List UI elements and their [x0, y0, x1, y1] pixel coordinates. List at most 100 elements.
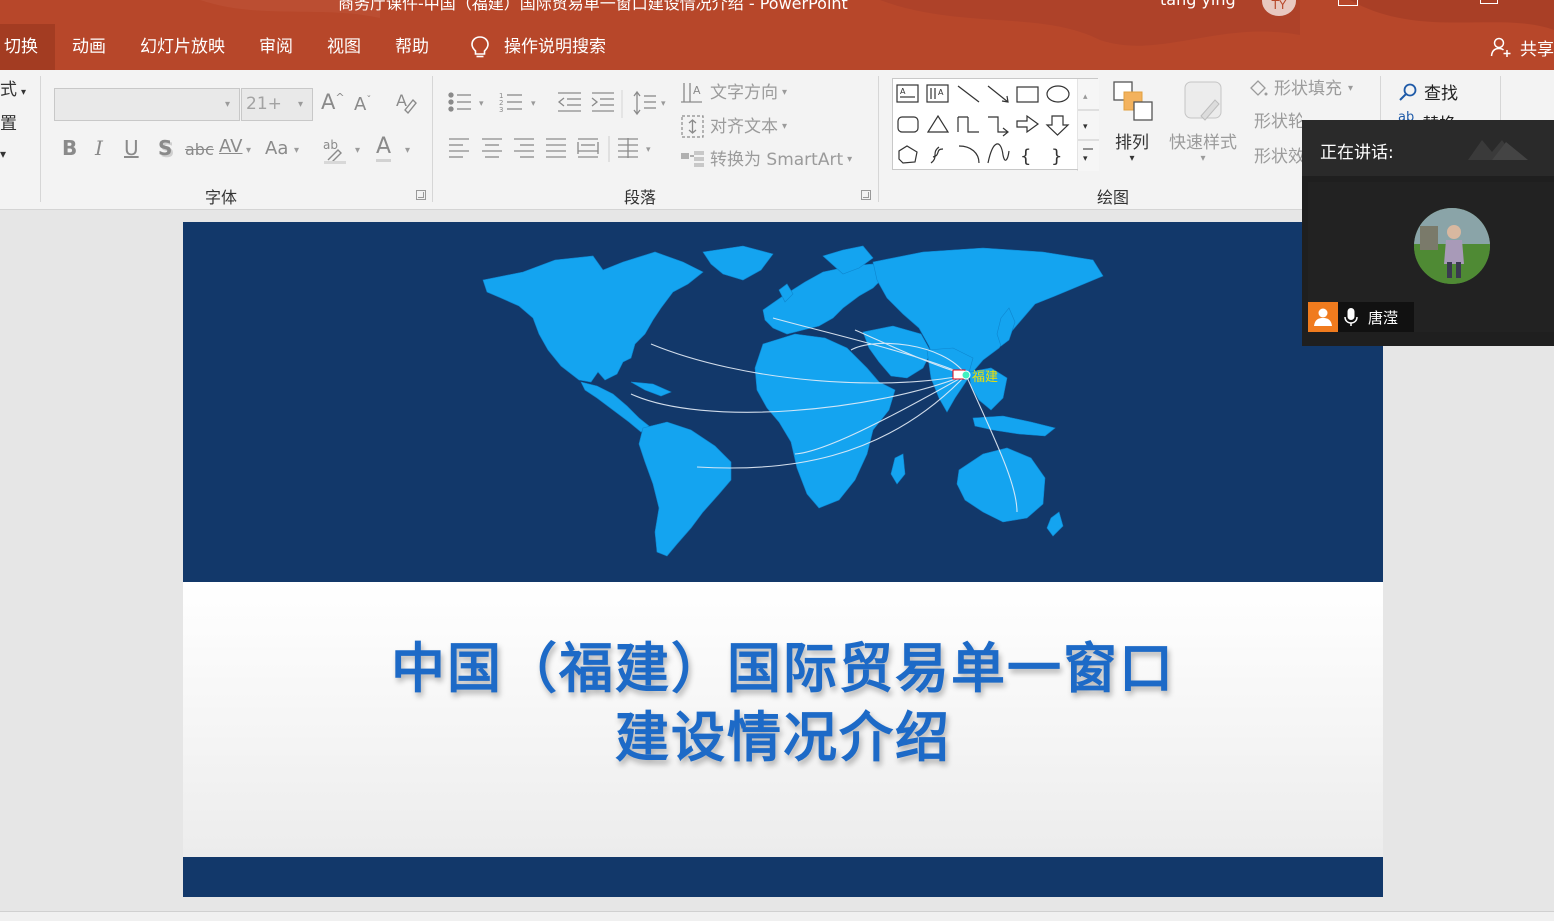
decrease-indent-icon: [557, 92, 581, 112]
svg-text:A: A: [396, 91, 407, 110]
paragraph-dialog-launcher-icon[interactable]: [861, 190, 871, 200]
columns-icon: [618, 138, 638, 158]
paragraph-list-icons: ▾ 1 2 3 ▾ ▾: [448, 90, 666, 118]
slide-title-line2[interactable]: 建设情况介绍: [183, 706, 1383, 771]
find-button[interactable]: 查找: [1398, 79, 1458, 104]
change-case-dropdown-icon[interactable]: ▾: [294, 146, 299, 156]
triangle-shape: [926, 114, 950, 133]
replace-label: 替换: [1422, 110, 1456, 120]
font-size-dropdown-icon[interactable]: ▾: [298, 100, 303, 110]
person-add-icon: [1490, 37, 1511, 57]
strikethrough-button[interactable]: abc: [185, 142, 214, 158]
shape-fill-button[interactable]: 形状填充 ▾: [1248, 79, 1353, 99]
tab-review[interactable]: 审阅: [242, 24, 310, 70]
meeting-speaker-panel[interactable]: 正在讲话: 唐滢: [1302, 120, 1554, 346]
layout-dropdown-clipped[interactable]: 式 ▾: [0, 82, 26, 99]
svg-text:▾: ▾: [479, 99, 484, 109]
bold-button[interactable]: B: [62, 138, 77, 158]
font-color-dropdown-icon[interactable]: ▾: [405, 146, 410, 156]
user-name[interactable]: tang ying: [1160, 0, 1236, 9]
highlight-icon[interactable]: ab: [322, 136, 350, 164]
bullets-icon: [448, 92, 471, 112]
align-text-button[interactable]: 对齐文本 ▾: [680, 114, 787, 140]
arrange-button[interactable]: 排列 ▾: [1108, 78, 1156, 178]
character-spacing-button[interactable]: AV: [219, 138, 242, 156]
smartart-label: 转换为 SmartArt: [710, 149, 844, 170]
tell-me-search[interactable]: 操作说明搜索: [446, 24, 623, 70]
rounded-rectangle-shape: [897, 116, 919, 133]
shape-fill-dropdown-icon: ▾: [1348, 83, 1354, 94]
text-direction-label: 文字方向: [710, 82, 778, 103]
svg-text:A: A: [938, 88, 944, 97]
restore-window-icon[interactable]: [1338, 0, 1358, 6]
increase-font-size-icon[interactable]: A^: [321, 92, 345, 113]
left-brace-shape: {: [1020, 146, 1031, 167]
text-direction-dropdown-icon: ▾: [782, 87, 788, 98]
decrease-font-size-icon[interactable]: Aˇ: [354, 96, 371, 114]
maximize-window-icon[interactable]: [1480, 0, 1498, 4]
share-button[interactable]: 共享: [1490, 24, 1554, 70]
group-separator: [40, 76, 41, 202]
elbow-arrow-shape: [988, 116, 1009, 137]
replace-button[interactable]: ab 替换: [1398, 110, 1456, 120]
character-spacing-dropdown-icon[interactable]: ▾: [246, 146, 251, 156]
svg-text:A: A: [900, 87, 906, 96]
clear-formatting-icon[interactable]: A: [395, 90, 417, 116]
font-name-dropdown-icon[interactable]: ▾: [225, 100, 230, 110]
font-group-label: 字体: [205, 188, 238, 207]
quick-styles-icon: [1184, 81, 1222, 121]
slide-title-line1[interactable]: 中国（福建）国际贸易单一窗口: [183, 637, 1383, 702]
highlight-dropdown-icon[interactable]: ▾: [355, 146, 360, 156]
line-shape: [957, 85, 980, 103]
ribbon-tabs: 切换 动画 幻灯片放映 审阅 视图 帮助 操作说明搜索: [0, 24, 623, 70]
underline-button[interactable]: U: [124, 138, 139, 158]
shape-effects-button[interactable]: 形状效果: [1248, 147, 1302, 167]
rectangle-shape: [1016, 86, 1039, 103]
speaker-name: 唐滢: [1368, 308, 1399, 327]
reset-button-clipped[interactable]: 置: [0, 116, 17, 133]
quick-styles-button[interactable]: 快速样式 ▾: [1165, 78, 1241, 178]
scribble-shape: [930, 146, 944, 164]
gallery-scroll-down-icon: ▾: [1083, 122, 1088, 132]
tab-animations[interactable]: 动画: [55, 24, 123, 70]
shapes-gallery[interactable]: A A { } ▴ ▾ ▾: [892, 78, 1099, 171]
person-icon: [1308, 302, 1338, 332]
tab-slideshow[interactable]: 幻灯片放映: [123, 24, 242, 70]
tab-transitions[interactable]: 切换: [0, 24, 55, 70]
shape-fill-label: 形状填充: [1274, 78, 1342, 99]
arrow-line-shape: [987, 85, 1009, 103]
arrange-icon: [1113, 81, 1153, 121]
quick-styles-dropdown-icon: ▾: [1200, 153, 1206, 164]
convert-smartart-button[interactable]: 转换为 SmartArt ▾: [680, 149, 852, 171]
down-arrow-shape: [1045, 115, 1070, 136]
text-direction-button[interactable]: A 文字方向 ▾: [680, 80, 787, 106]
section-dropdown-clipped[interactable]: ▾: [0, 148, 6, 160]
tab-help[interactable]: 帮助: [378, 24, 446, 70]
map-new-zealand: [1046, 511, 1064, 537]
drawing-group-label: 绘图: [1097, 188, 1130, 207]
group-separator: [432, 76, 433, 202]
text-shadow-button[interactable]: S: [158, 138, 172, 158]
font-color-button[interactable]: A: [376, 136, 392, 162]
tab-view[interactable]: 视图: [310, 24, 378, 70]
slide[interactable]: 福建 中国（福建）国际贸易单一窗口 建设情况介绍: [183, 222, 1383, 897]
change-case-button[interactable]: Aa: [265, 140, 288, 158]
svg-text:▾: ▾: [646, 145, 651, 155]
smartart-dropdown-icon: ▾: [847, 154, 853, 165]
font-dialog-launcher-icon[interactable]: [416, 190, 426, 200]
title-bar: 商务厅课件-中国（福建）国际贸易单一窗口建设情况介绍 - PowerPoint …: [0, 0, 1554, 70]
svg-text:A: A: [693, 84, 701, 97]
map-south-america: [638, 421, 732, 557]
fujian-marker: [961, 370, 971, 380]
shapes-gallery-icons: A A { } ▴ ▾ ▾: [896, 79, 1099, 171]
shape-outline-button[interactable]: 形状轮廓: [1248, 112, 1302, 132]
arrange-dropdown-icon: ▾: [1129, 153, 1135, 164]
font-name-box[interactable]: [54, 88, 240, 121]
group-separator: [878, 76, 879, 202]
find-label: 查找: [1424, 84, 1458, 104]
curve-shape: [987, 143, 1010, 164]
italic-button[interactable]: I: [95, 138, 103, 158]
svg-text:3: 3: [499, 106, 503, 114]
speaking-label: 正在讲话:: [1320, 143, 1394, 163]
tell-me-label: 操作说明搜索: [504, 37, 606, 57]
